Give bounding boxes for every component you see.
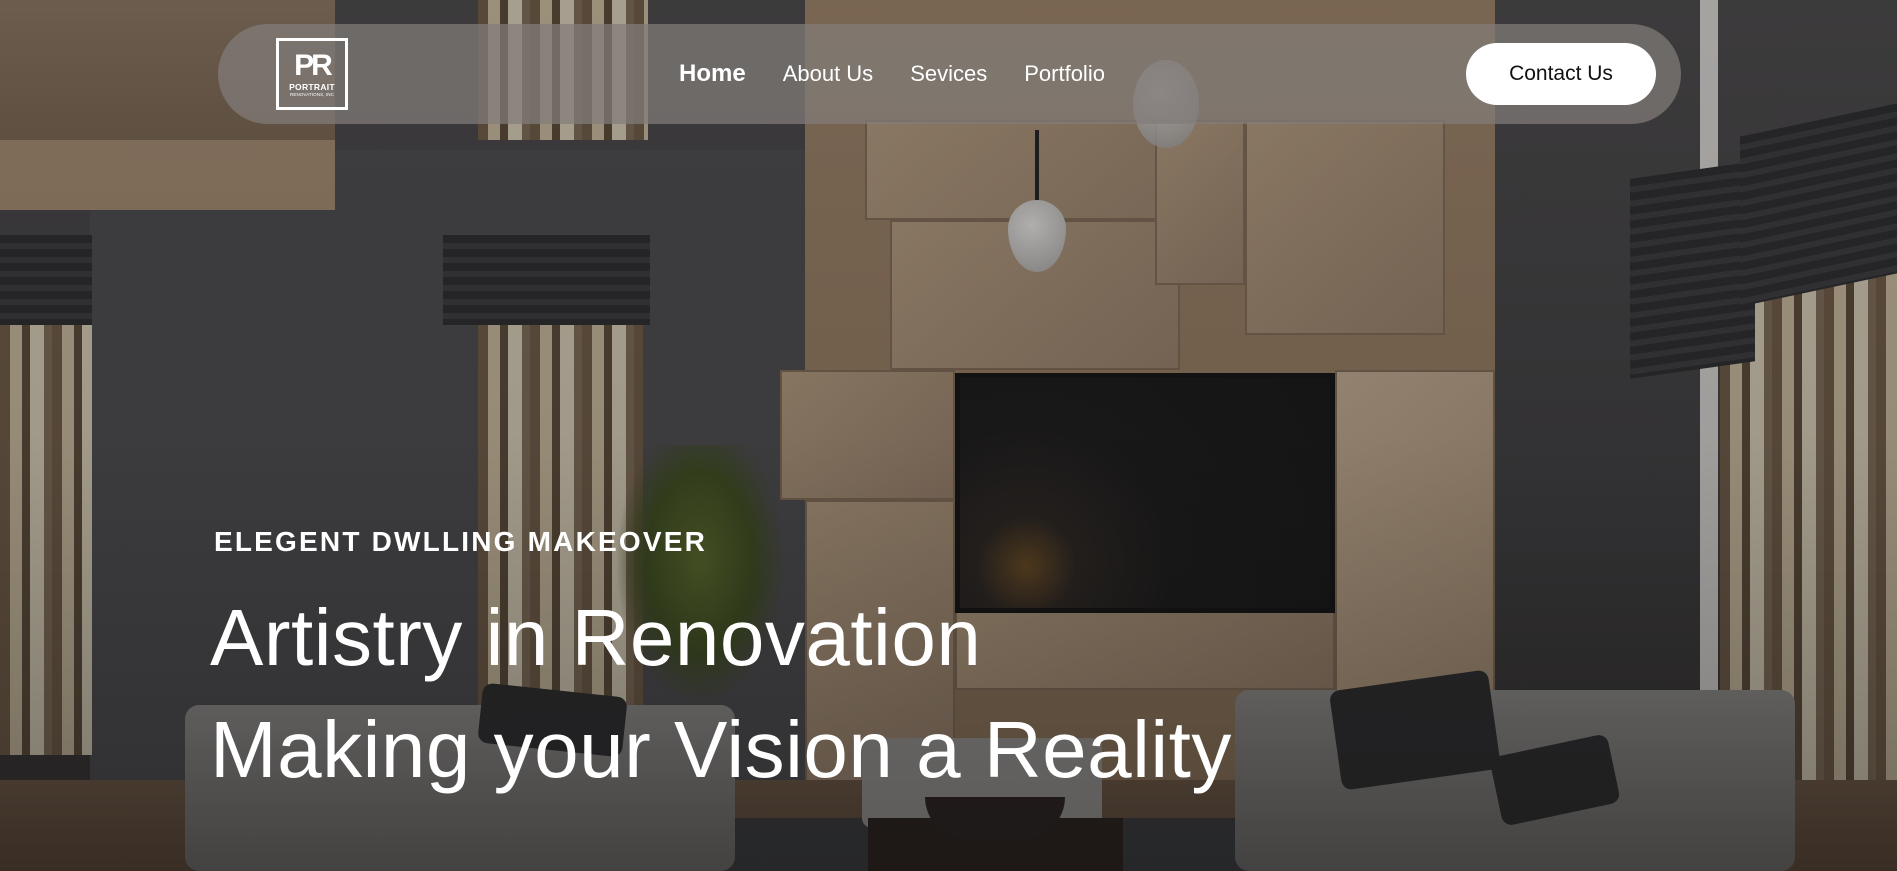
contact-us-button[interactable]: Contact Us (1466, 43, 1656, 105)
nav-link-about-us[interactable]: About Us (783, 61, 874, 87)
hero-headline: Artistry in Renovation Making your Visio… (210, 582, 1232, 806)
hero-headline-line-2: Making your Vision a Reality (210, 705, 1232, 794)
hero-section: PR PORTRAIT RENOVATIONS, INC Home About … (0, 0, 1897, 871)
top-navigation-bar: PR PORTRAIT RENOVATIONS, INC Home About … (218, 24, 1681, 124)
logo[interactable]: PR PORTRAIT RENOVATIONS, INC (276, 38, 348, 110)
nav-link-portfolio[interactable]: Portfolio (1024, 61, 1105, 87)
nav-link-services[interactable]: Sevices (910, 61, 987, 87)
hero-headline-line-1: Artistry in Renovation (210, 593, 982, 682)
nav-links: Home About Us Sevices Portfolio (679, 24, 1142, 124)
logo-mark: PR (294, 48, 333, 82)
logo-name: PORTRAIT (289, 81, 335, 92)
nav-link-home[interactable]: Home (679, 60, 746, 88)
hero-eyebrow: ELEGENT DWLLING MAKEOVER (214, 526, 708, 557)
logo-subtitle: RENOVATIONS, INC (290, 91, 334, 97)
